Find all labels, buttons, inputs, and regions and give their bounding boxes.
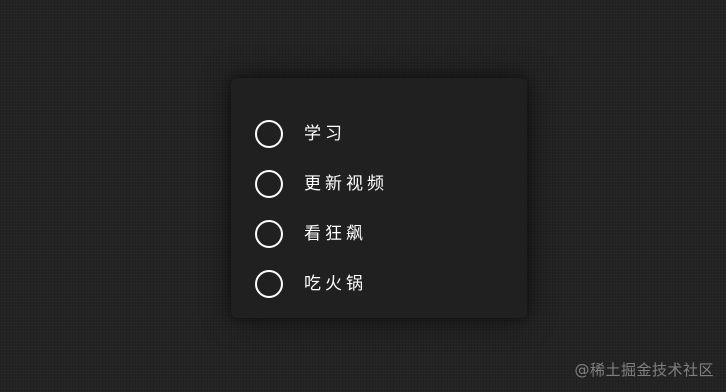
todo-item-3[interactable]: 看狂飙 — [255, 209, 388, 259]
checkbox-circle-icon[interactable] — [255, 120, 283, 148]
todo-item-2[interactable]: 更新视频 — [255, 159, 388, 209]
checkbox-circle-icon[interactable] — [255, 170, 283, 198]
todo-item-1[interactable]: 学习 — [255, 109, 388, 159]
todo-item-label: 看狂飙 — [304, 223, 367, 244]
checkbox-circle-icon[interactable] — [255, 220, 283, 248]
todo-item-4[interactable]: 吃火锅 — [255, 259, 388, 309]
todo-list: 学习 更新视频 看狂飙 吃火锅 — [255, 109, 388, 309]
todo-card: 学习 更新视频 看狂飙 吃火锅 — [231, 78, 527, 318]
watermark-text: @稀土掘金技术社区 — [574, 361, 714, 379]
checkbox-circle-icon[interactable] — [255, 270, 283, 298]
todo-item-label: 学习 — [304, 123, 346, 144]
todo-item-label: 吃火锅 — [304, 273, 367, 294]
todo-item-label: 更新视频 — [304, 173, 388, 194]
